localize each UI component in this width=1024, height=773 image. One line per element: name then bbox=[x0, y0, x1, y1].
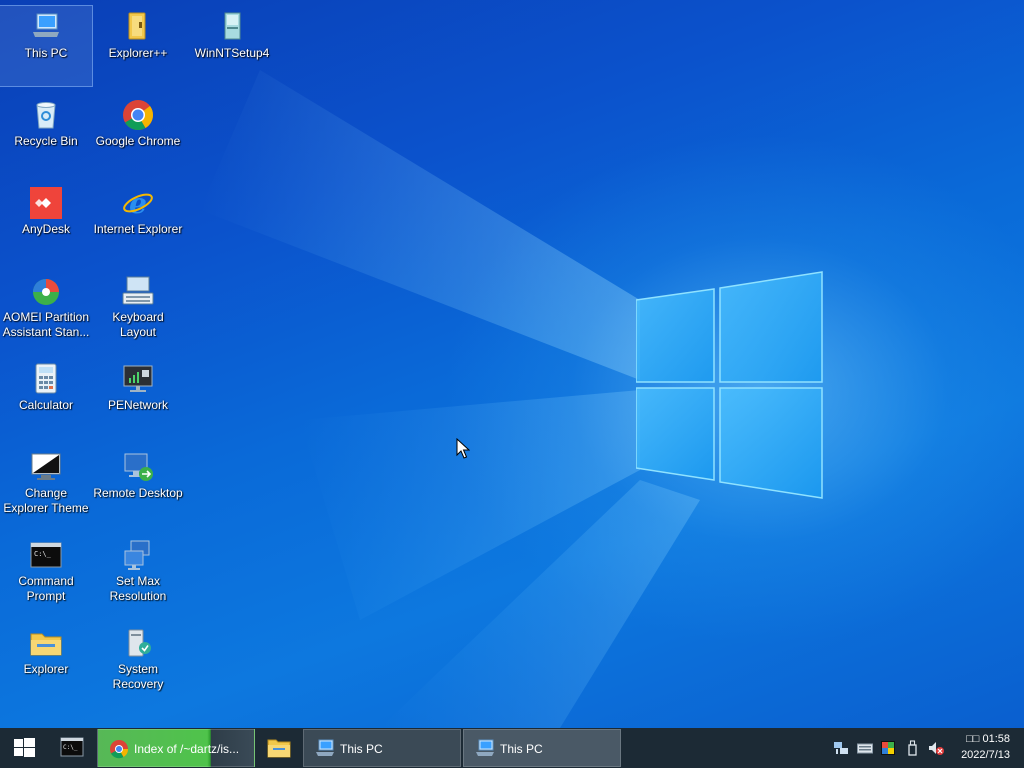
desktop-icon-system-recovery[interactable]: System Recovery bbox=[92, 622, 184, 702]
desktop-icon-calculator[interactable]: Calculator bbox=[0, 358, 92, 438]
desktop-icon-label: Recycle Bin bbox=[14, 134, 78, 148]
task-label: This PC bbox=[340, 742, 383, 756]
svg-text:C:\_: C:\_ bbox=[63, 744, 78, 751]
desktop-icon-explorer[interactable]: Explorer bbox=[0, 622, 92, 702]
desktop-icon-label: Set Max Resolution bbox=[109, 574, 167, 603]
desktop-icon-winntsetup[interactable]: WinNTSetup4 bbox=[186, 6, 278, 86]
volume-muted-icon[interactable] bbox=[928, 740, 944, 756]
aomei-icon bbox=[33, 279, 59, 305]
desktop-icon-label: WinNTSetup4 bbox=[194, 46, 270, 60]
taskbar-pinned-command-prompt[interactable]: C:\_ bbox=[48, 728, 96, 768]
desktop[interactable]: This PC Explorer++ WinNTSetup4 Recycle B… bbox=[0, 0, 1024, 728]
calculator-icon bbox=[35, 363, 57, 394]
desktop-icon-label: AnyDesk bbox=[21, 222, 71, 236]
cmd-icon: C:\_ bbox=[30, 542, 62, 568]
desktop-icon-label: Remote Desktop bbox=[93, 486, 183, 500]
recycle-bin-icon bbox=[36, 102, 56, 129]
system-clock[interactable]: □□ 01:58 2022/7/13 bbox=[961, 731, 1010, 763]
desktop-icon-label: Explorer++ bbox=[108, 46, 168, 60]
desktop-icon-aomei[interactable]: AOMEI Partition Assistant Stan... bbox=[0, 270, 92, 350]
network-monitor-icon bbox=[123, 365, 153, 392]
desktop-icon-label: Calculator bbox=[18, 398, 74, 412]
svg-text:C:\_: C:\_ bbox=[34, 550, 52, 558]
clock-time: □□ 01:58 bbox=[966, 733, 1010, 745]
setup-disc-icon bbox=[224, 12, 241, 40]
remote-desktop-icon bbox=[124, 453, 153, 481]
anydesk-icon bbox=[30, 187, 62, 219]
computer-icon bbox=[33, 13, 59, 37]
task-label: This PC bbox=[500, 742, 543, 756]
desktop-icon-label: This PC bbox=[24, 46, 68, 60]
keyboard-icon bbox=[122, 276, 154, 305]
mouse-cursor-icon bbox=[456, 438, 470, 459]
desktop-icon-command-prompt[interactable]: C:\_ Command Prompt bbox=[0, 534, 92, 614]
windows-start-icon bbox=[14, 738, 35, 757]
theme-icon bbox=[31, 453, 61, 480]
desktop-icon-change-explorer-theme[interactable]: Change Explorer Theme bbox=[0, 446, 92, 526]
desktop-icon-this-pc[interactable]: This PC bbox=[0, 5, 93, 87]
folder-icon bbox=[267, 739, 291, 758]
recovery-icon bbox=[128, 629, 151, 657]
computer-icon bbox=[476, 739, 494, 756]
svg-text:e: e bbox=[129, 187, 147, 220]
windows-logo-wallpaper bbox=[636, 271, 823, 499]
usb-icon[interactable] bbox=[905, 740, 921, 756]
color-icon[interactable] bbox=[880, 740, 896, 756]
chrome-icon bbox=[110, 740, 129, 759]
desktop-icon-google-chrome[interactable]: Google Chrome bbox=[92, 94, 184, 174]
desktop-icon-remote-desktop[interactable]: Remote Desktop bbox=[92, 446, 184, 526]
chrome-icon bbox=[123, 100, 153, 131]
desktop-icon-label: AOMEI Partition Assistant Stan... bbox=[2, 310, 90, 339]
task-label: Index of /~dartz/is... bbox=[134, 742, 240, 756]
taskbar-task-this-pc[interactable]: This PC bbox=[463, 729, 621, 767]
desktop-icon-label: Keyboard Layout bbox=[112, 310, 164, 339]
cmd-icon: C:\_ bbox=[60, 737, 84, 757]
desktop-icon-label: Explorer bbox=[23, 662, 69, 676]
desktop-icon-internet-explorer[interactable]: e Internet Explorer bbox=[92, 182, 184, 262]
desktop-icon-anydesk[interactable]: AnyDesk bbox=[0, 182, 92, 262]
desktop-icon-keyboard-layout[interactable]: Keyboard Layout bbox=[92, 270, 184, 350]
desktop-icon-label: Google Chrome bbox=[95, 134, 181, 148]
folder-icon bbox=[30, 633, 62, 656]
desktop-icon-label: Internet Explorer bbox=[93, 222, 183, 236]
desktop-icon-label: Change Explorer Theme bbox=[3, 486, 89, 515]
resolution-icon bbox=[124, 540, 150, 570]
computer-icon bbox=[316, 739, 334, 756]
desktop-icon-recycle-bin[interactable]: Recycle Bin bbox=[0, 94, 92, 174]
desktop-icon-set-max-resolution[interactable]: Set Max Resolution bbox=[92, 534, 184, 614]
taskbar: C:\_ Index of /~dartz/is... This PC This… bbox=[0, 728, 1024, 768]
desktop-icon-label: System Recovery bbox=[112, 662, 164, 691]
desktop-icon-penetwork[interactable]: PENetwork bbox=[92, 358, 184, 438]
folder-icon bbox=[128, 12, 146, 40]
start-button[interactable] bbox=[0, 728, 48, 768]
desktop-icon-label: PENetwork bbox=[107, 398, 169, 412]
taskbar-pinned-file-explorer[interactable] bbox=[258, 728, 300, 768]
network-icon[interactable] bbox=[833, 740, 849, 756]
ie-icon: e bbox=[123, 187, 153, 220]
clock-date: 2022/7/13 bbox=[961, 749, 1010, 761]
desktop-icon-explorerpp[interactable]: Explorer++ bbox=[92, 6, 184, 86]
keyboard-icon[interactable] bbox=[857, 740, 873, 756]
desktop-icon-label: Command Prompt bbox=[18, 574, 74, 603]
taskbar-task-chrome[interactable]: Index of /~dartz/is... bbox=[97, 729, 255, 767]
taskbar-task-this-pc[interactable]: This PC bbox=[303, 729, 461, 767]
